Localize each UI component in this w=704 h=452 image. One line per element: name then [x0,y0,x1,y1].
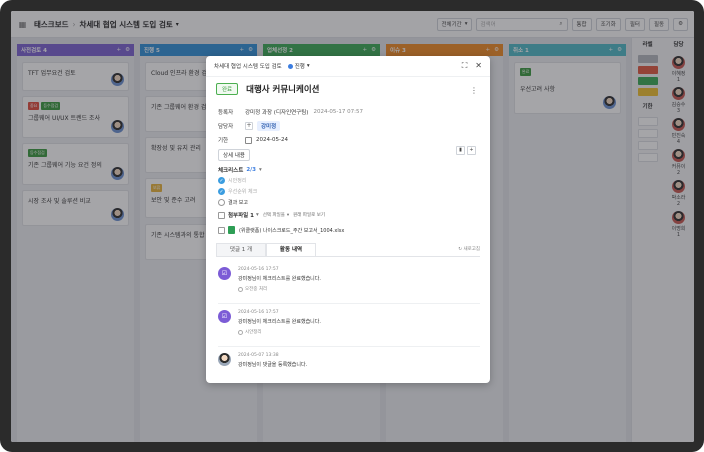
circle-check-icon [238,286,243,292]
registrant-row: 등록자 강미정 과장 (디자인연구팀) 2024-05-17 07:57 [218,108,363,116]
refresh-button[interactable]: ↻ 새로고침 [458,243,480,256]
task-detail-modal: 차세대 협업 시스템 도입 검토 진행 ▾ ⛶ ✕ 완료 대행사 커뮤니케이션 ⋮ … [206,56,490,383]
attachment-label: 첨부파일 1 [228,213,254,219]
checklist-icon: ☑ [218,310,231,323]
refresh-label: 새로고침 [463,247,480,252]
activity-sub: 시안정리 [238,329,480,335]
activity-time: 2024-05-16 17:57 [238,267,279,272]
attachment-file[interactable]: (위클랫폼) 나이스크로드_주간 보고서_1004.xlsx [218,226,344,234]
attachment-header: 첨부파일 1 ▾ 선택 파일을 ▾ 원래 파일로 보기 [218,211,325,219]
status-label: 진행 [294,64,305,70]
status-badge: 완료 [216,83,239,95]
checklist-label: 체크리스트 [218,168,244,174]
registrant-name: 강미정 과장 (디자인연구팀) [245,110,309,116]
checklist-icon: ☑ [218,267,231,280]
add-icon[interactable]: + [467,146,476,155]
avatar [218,353,231,366]
activity-sub-text: 시안정리 [245,330,262,335]
assignee-chip[interactable]: 강미정 [257,121,281,131]
activity-item: 2024-05-07 13:38 강미정님이 댓글을 등록했습니다. [218,353,480,368]
divider [218,346,480,347]
registrant-label: 등록자 [218,110,234,116]
checkbox[interactable] [218,211,225,219]
due-label: 기한 [218,138,229,144]
circle-check-icon [238,329,243,335]
add-assignee-button[interactable]: + [245,122,253,130]
detail-content-button[interactable]: 상세 내용 [218,149,250,161]
detail-tools: ▮ + [456,146,476,155]
checklist-count: 2/3 [246,167,256,173]
check-icon[interactable]: ✓ [218,188,225,195]
bookmark-icon[interactable]: ▮ [456,146,465,155]
modal-tabs: 댓글 1 개 활동 내역 ↻ 새로고침 [216,243,480,257]
modal-title-row: 완료 대행사 커뮤니케이션 [216,83,319,95]
due-row: 기한 2024-05-24 [218,136,288,144]
activity-message: 강미정님이 체크리스트를 완료했습니다. [238,276,321,282]
modal-breadcrumb[interactable]: 차세대 협업 시스템 도입 검토 [214,62,282,70]
divider [218,303,480,304]
selected-file-select[interactable]: 선택 파일을 ▾ [263,212,289,218]
calendar-icon[interactable] [245,136,252,144]
device-frame: ▦ 태스크보드 › 차세대 협업 시스템 도입 검토 ▾ 전체기간 ▾ 검색어 ⌕ … [0,0,704,452]
activity-item: ☑ 2024-05-16 17:57 강미정님이 체크리스트를 완료했습니다. … [218,310,480,335]
assignee-label: 담당자 [218,124,234,130]
due-date[interactable]: 2024-05-24 [256,137,288,143]
status-select[interactable]: 진행 ▾ [287,62,310,70]
view-original-link[interactable]: 원래 파일로 보기 [293,212,325,218]
activity-time: 2024-05-07 13:38 [238,353,279,358]
checkbox[interactable] [218,226,225,234]
tab-comments[interactable]: 댓글 1 개 [216,243,266,256]
chevron-down-icon: ▾ [306,63,310,69]
activity-item: ☑ 2024-05-16 17:57 강미정님이 체크리스트를 완료했습니다. … [218,267,480,292]
modal-header: 차세대 협업 시스템 도입 검토 진행 ▾ ⛶ ✕ [206,56,490,77]
checklist-item[interactable]: ✓ 우선순위 체크 [218,188,257,195]
tab-activity[interactable]: 활동 내역 [266,243,316,256]
expand-icon[interactable]: ⛶ [462,61,468,71]
checklist-item[interactable]: ✓ 결과 보고 [218,199,248,206]
task-title: 대행사 커뮤니케이션 [246,85,320,95]
check-icon[interactable]: ✓ [218,177,225,184]
checklist-item-text: 결과 보고 [228,200,248,206]
checklist-item-text: 시안정리 [228,178,247,184]
more-icon[interactable]: ⋮ [470,86,478,95]
activity-message: 강미정님이 댓글을 등록했습니다. [238,362,308,368]
chevron-down-icon[interactable]: ▾ [259,167,262,173]
chevron-down-icon[interactable]: ▾ [256,212,259,218]
activity-sub-text: 오전중 처리 [245,287,268,292]
selected-file-label: 선택 파일을 [262,213,285,218]
checklist-item[interactable]: ✓ 시안정리 [218,177,246,184]
checklist-item-text: 우선순위 체크 [228,189,258,195]
excel-file-icon [228,226,235,234]
activity-sub: 오전중 처리 [238,286,480,292]
assignee-row: 담당자 + 강미정 [218,121,281,131]
checklist-header: 체크리스트 2/3 ▾ [218,166,262,174]
close-icon[interactable]: ✕ [475,61,482,71]
file-name[interactable]: (위클랫폼) 나이스크로드_주간 보고서_1004.xlsx [239,227,344,234]
app-screen: ▦ 태스크보드 › 차세대 협업 시스템 도입 검토 ▾ 전체기간 ▾ 검색어 ⌕ … [11,11,694,442]
registered-timestamp: 2024-05-17 07:57 [313,109,364,115]
status-dot [287,63,293,69]
refresh-icon: ↻ [458,247,462,252]
uncheck-icon[interactable]: ✓ [218,199,225,206]
activity-message: 강미정님이 체크리스트를 완료했습니다. [238,319,321,325]
chevron-down-icon: ▾ [286,213,290,218]
activity-time: 2024-05-16 17:57 [238,310,279,315]
